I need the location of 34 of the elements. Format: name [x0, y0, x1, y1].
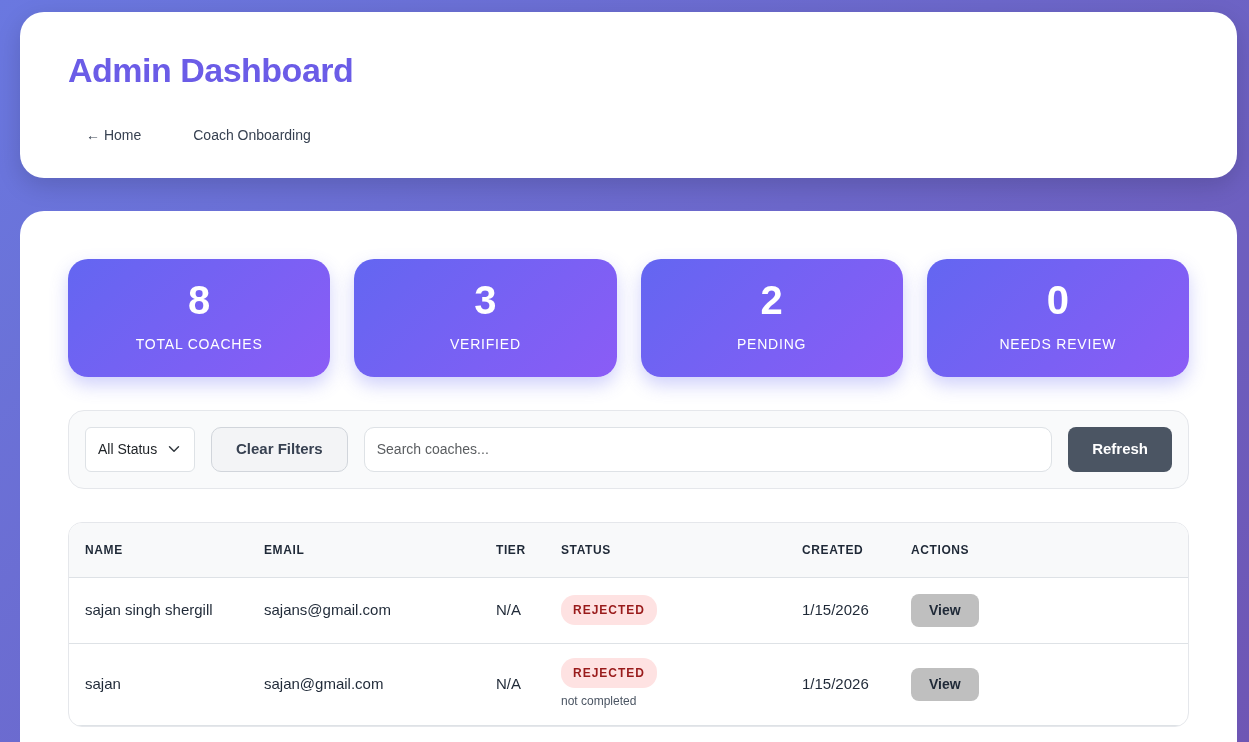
stat-value: 3	[474, 280, 497, 321]
table-cell: sajan singh shergill	[85, 601, 213, 619]
stat-label: VERIFIED	[449, 335, 521, 355]
nav-link[interactable]: Coach Onboarding	[175, 118, 329, 152]
table-cell: sajan	[85, 675, 121, 693]
view-button[interactable]: View	[911, 593, 979, 627]
stat-label: TOTAL COACHES	[135, 335, 263, 355]
clear-filters-button[interactable]: Clear Filters	[211, 426, 348, 472]
table-cell: sajans@gmail.com	[264, 601, 391, 619]
column-header: EMAIL	[248, 522, 480, 578]
refresh-button[interactable]: Refresh	[1068, 426, 1172, 472]
table-cell: 1/15/2026	[802, 675, 869, 693]
table-cell: N/A	[496, 601, 521, 619]
nav-link[interactable]: ← Home	[68, 118, 160, 152]
table-cell: N/A	[496, 675, 521, 693]
column-header: TIER	[480, 522, 545, 578]
table-cell: sajan@gmail.com	[264, 675, 384, 693]
stat-value: 0	[1046, 280, 1069, 321]
stat-value: 2	[760, 280, 783, 321]
status-badge: REJECTED	[561, 658, 657, 689]
table-cell: 1/15/2026	[802, 601, 869, 619]
status-note: not completed	[561, 693, 638, 711]
search-field[interactable]: Search coaches...	[363, 426, 1053, 472]
stat-value: 8	[188, 280, 211, 321]
status-select[interactable]: All Status	[85, 426, 195, 472]
column-header: CREATED	[786, 522, 895, 578]
stat-label: NEEDS REVIEW	[999, 335, 1117, 355]
column-header: STATUS	[545, 522, 786, 578]
column-header: NAME	[69, 522, 248, 578]
status-badge: REJECTED	[561, 595, 657, 626]
column-header: ACTIONS	[895, 522, 1188, 578]
view-button[interactable]: View	[911, 667, 979, 701]
page-title: Admin Dashboard	[68, 50, 355, 91]
stat-label: PENDING	[736, 335, 807, 355]
